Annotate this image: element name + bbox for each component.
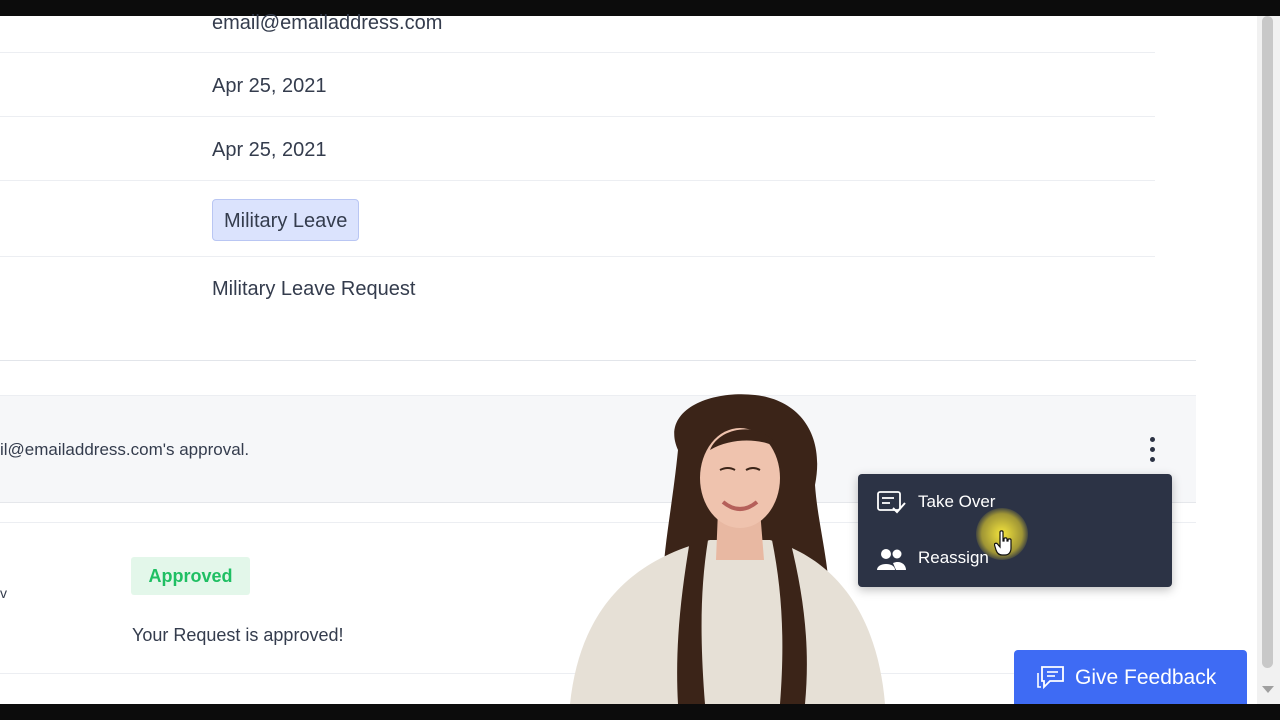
approved-message: Your Request is approved! bbox=[132, 625, 344, 645]
chat-feedback-icon bbox=[1037, 666, 1064, 690]
approval-message: il@emailaddress.com's approval. bbox=[0, 440, 250, 459]
approved-status-badge: Approved bbox=[131, 557, 250, 595]
end-date-value: Apr 25, 2021 bbox=[212, 139, 327, 161]
email-value: email@emailaddress.com bbox=[212, 12, 443, 34]
video-bottom-bar bbox=[0, 704, 1280, 720]
presenter-webcam-overlay bbox=[570, 394, 885, 704]
more-options-icon[interactable] bbox=[1142, 436, 1164, 464]
scrollbar-thumb[interactable] bbox=[1262, 16, 1273, 668]
page-scrollbar[interactable] bbox=[1257, 16, 1280, 704]
section-divider bbox=[0, 360, 1196, 361]
take-over-icon bbox=[877, 491, 906, 514]
reassign-label: Reassign bbox=[918, 548, 989, 567]
reassign-people-icon bbox=[877, 549, 906, 570]
detail-row-email: email@emailaddress.com bbox=[0, 0, 1155, 53]
detail-row-end-date: Apr 25, 2021 bbox=[0, 116, 1155, 181]
scroll-down-arrow-icon[interactable] bbox=[1262, 686, 1274, 693]
give-feedback-label: Give Feedback bbox=[1075, 666, 1217, 689]
detail-row-start-date: Apr 25, 2021 bbox=[0, 52, 1155, 117]
request-title-value: Military Leave Request bbox=[212, 278, 416, 300]
leave-type-tag: Military Leave bbox=[212, 199, 360, 241]
history-edge-text: v bbox=[0, 585, 7, 601]
hand-pointer-icon bbox=[994, 530, 1012, 556]
take-over-label: Take Over bbox=[918, 492, 996, 511]
give-feedback-button[interactable]: Give Feedback bbox=[1014, 650, 1247, 708]
start-date-value: Apr 25, 2021 bbox=[212, 75, 327, 97]
detail-row-leave-type bbox=[0, 180, 1155, 257]
